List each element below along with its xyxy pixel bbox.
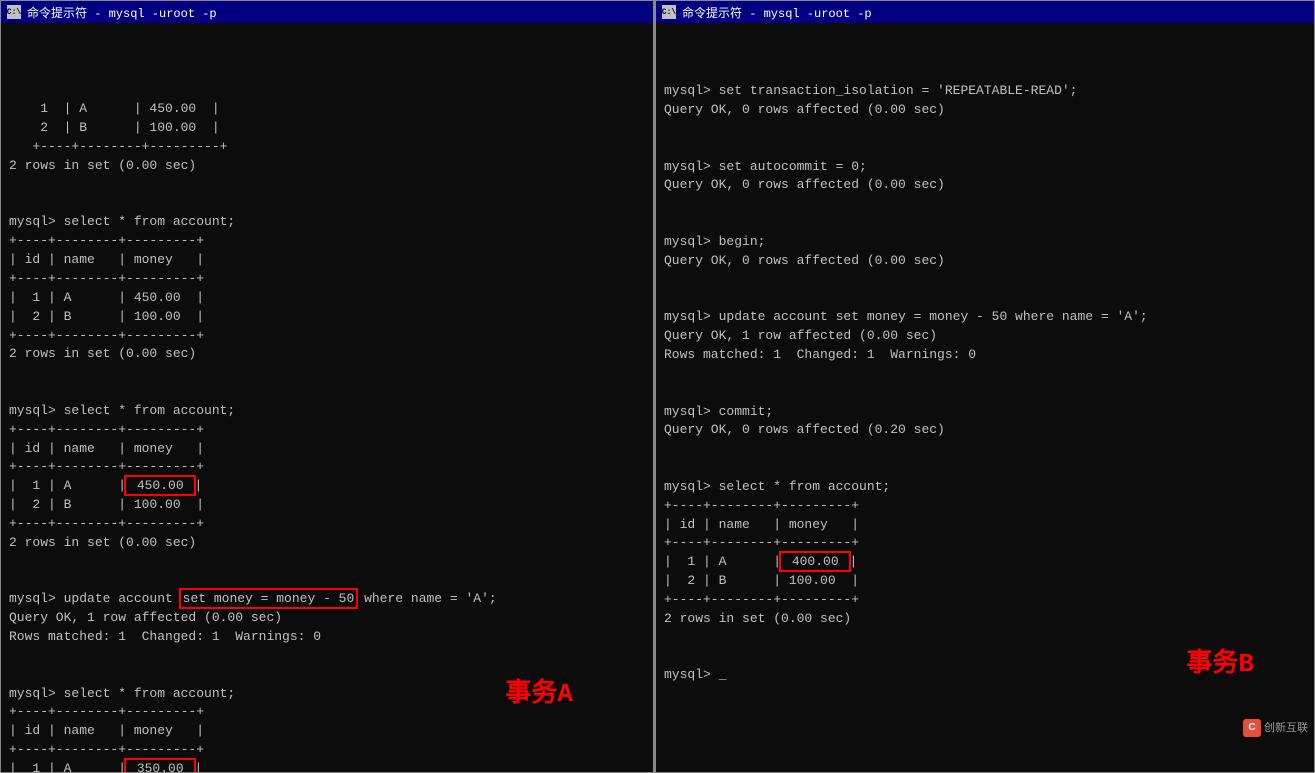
label-transaction-a: 事务A	[505, 676, 573, 712]
label-transaction-b: 事务B	[1186, 646, 1254, 682]
titlebar-left: C:\ 命令提示符 - mysql -uroot -p	[1, 1, 653, 23]
titlebar-right: C:\ 命令提示符 - mysql -uroot -p	[656, 1, 1314, 23]
terminal-icon-right: C:\	[662, 5, 676, 19]
watermark-logo: C 创新互联	[1243, 719, 1308, 737]
terminal-icon-left: C:\	[7, 5, 21, 19]
watermark-icon: C	[1243, 719, 1261, 737]
terminal-body-left[interactable]: 1 | A | 450.00 | 2 | B | 100.00 | +----+…	[1, 23, 653, 772]
terminal-body-right[interactable]: mysql> set transaction_isolation = 'REPE…	[656, 23, 1314, 772]
terminal-content-right: mysql> set transaction_isolation = 'REPE…	[664, 63, 1306, 704]
terminal-window-left: C:\ 命令提示符 - mysql -uroot -p 1 | A | 450.…	[0, 0, 655, 773]
terminal-window-right: C:\ 命令提示符 - mysql -uroot -p mysql> set t…	[655, 0, 1315, 773]
title-text-left: 命令提示符 - mysql -uroot -p	[27, 4, 217, 21]
watermark-text: 创新互联	[1264, 721, 1308, 736]
terminal-content-left: 1 | A | 450.00 | 2 | B | 100.00 | +----+…	[9, 82, 645, 772]
watermark: C 创新互联	[1243, 688, 1308, 768]
title-text-right: 命令提示符 - mysql -uroot -p	[682, 4, 872, 21]
